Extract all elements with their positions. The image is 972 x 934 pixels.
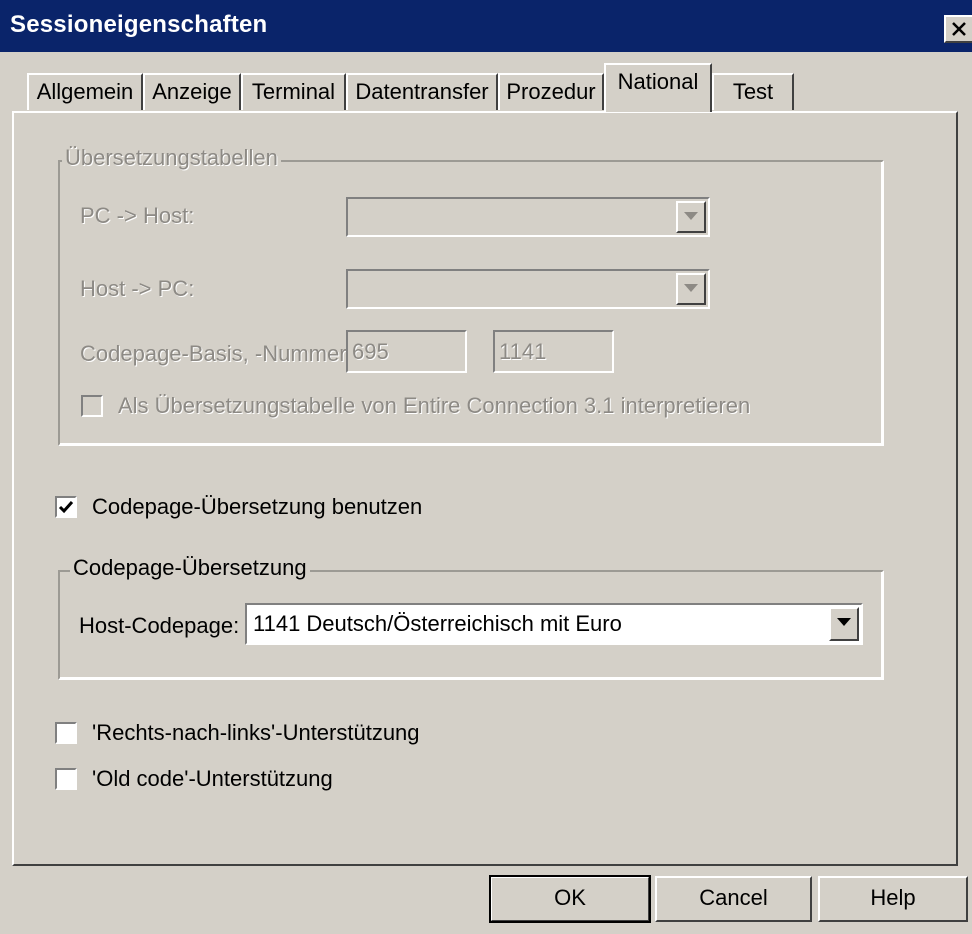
- codepage-number-field[interactable]: 1141: [493, 330, 614, 373]
- window-title: Sessioneigenschaften: [10, 11, 268, 38]
- tab-datentransfer[interactable]: Datentransfer: [346, 73, 498, 110]
- close-button[interactable]: [944, 15, 972, 43]
- host-codepage-label: Host-Codepage:: [79, 613, 240, 638]
- chevron-down-icon: [684, 212, 698, 220]
- title-bar: Sessioneigenschaften: [0, 0, 972, 52]
- close-icon: [952, 22, 966, 36]
- use-codepage-translation-checkbox[interactable]: [55, 496, 77, 518]
- tab-prozedur[interactable]: Prozedur: [498, 73, 604, 110]
- tab-anzeige[interactable]: Anzeige: [143, 73, 241, 110]
- tab-test[interactable]: Test: [712, 73, 794, 110]
- host-to-pc-dropdown-button[interactable]: [676, 273, 706, 305]
- pc-to-host-select[interactable]: [346, 197, 710, 237]
- chevron-down-icon: [684, 284, 698, 292]
- ok-button[interactable]: OK: [489, 875, 651, 923]
- tab-panel-national: Übersetzungstabellen PC -> Host: Host ->…: [12, 111, 958, 866]
- help-button[interactable]: Help: [818, 876, 968, 922]
- rtl-support-label: 'Rechts-nach-links'-Unterstützung: [92, 720, 420, 745]
- old-code-support-checkbox[interactable]: [55, 768, 77, 790]
- checkmark-icon: [58, 501, 74, 514]
- tab-national[interactable]: National: [604, 63, 712, 112]
- codepage-base-number-label: Codepage-Basis, -Nummer:: [80, 341, 353, 366]
- chevron-down-icon: [837, 618, 851, 626]
- host-codepage-select[interactable]: 1141 Deutsch/Österreichisch mit Euro: [245, 603, 863, 645]
- host-to-pc-select[interactable]: [346, 269, 710, 309]
- ec31-interpret-checkbox[interactable]: [81, 395, 103, 417]
- codepage-base-field[interactable]: 695: [346, 330, 467, 373]
- host-to-pc-label: Host -> PC:: [80, 276, 195, 301]
- rtl-support-checkbox[interactable]: [55, 722, 77, 744]
- translation-tables-group-label: Übersetzungstabellen: [62, 145, 281, 171]
- codepage-translation-group-label: Codepage-Übersetzung: [70, 555, 310, 581]
- cancel-button[interactable]: Cancel: [655, 876, 812, 922]
- use-codepage-translation-label: Codepage-Übersetzung benutzen: [92, 494, 423, 519]
- host-codepage-dropdown-button[interactable]: [829, 607, 859, 641]
- tab-allgemein[interactable]: Allgemein: [27, 73, 143, 110]
- old-code-support-label: 'Old code'-Unterstützung: [92, 766, 333, 791]
- pc-to-host-label: PC -> Host:: [80, 203, 195, 228]
- ec31-interpret-label: Als Übersetzungstabelle von Entire Conne…: [118, 393, 751, 418]
- pc-to-host-dropdown-button[interactable]: [676, 201, 706, 233]
- tab-terminal[interactable]: Terminal: [241, 73, 346, 110]
